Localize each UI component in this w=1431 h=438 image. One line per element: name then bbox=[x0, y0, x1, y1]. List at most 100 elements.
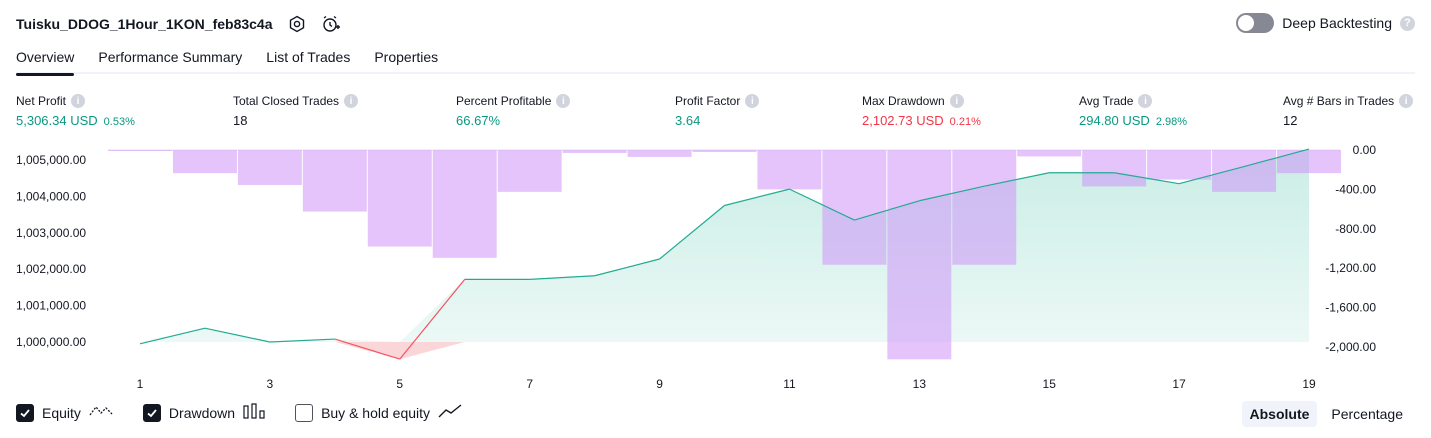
metric-value: 2,102.73 USD bbox=[862, 113, 944, 128]
info-icon[interactable]: i bbox=[745, 94, 760, 108]
metric-value: 294.80 USD bbox=[1079, 113, 1150, 128]
drawdown-bar bbox=[237, 150, 302, 185]
y-right-tick-label: -1,200.00 bbox=[1325, 261, 1376, 275]
drawdown-bar bbox=[497, 150, 562, 192]
drawdown-bar bbox=[1277, 150, 1341, 174]
metric-avg-bars-in-trades: Avg # Bars in Trades i 12 bbox=[1283, 94, 1414, 128]
metric-value: 12 bbox=[1283, 113, 1298, 128]
legend-label: Equity bbox=[42, 404, 81, 421]
legend-label: Drawdown bbox=[168, 404, 236, 421]
toggle-knob bbox=[1238, 15, 1255, 31]
report-header: Tuisku_DDOG_1Hour_1KON_feb83c4a bbox=[16, 12, 341, 36]
y-right-tick-label: -2,000.00 bbox=[1325, 340, 1376, 354]
x-tick-label: 13 bbox=[913, 377, 927, 391]
drawdown-bar bbox=[1082, 150, 1147, 187]
metric-value: 5,306.34 USD bbox=[16, 113, 98, 128]
x-tick-label: 5 bbox=[396, 377, 403, 391]
metric-net-profit: Net Profit i 5,306.34 USD 0.53% bbox=[16, 94, 135, 128]
tab-overview[interactable]: Overview bbox=[16, 44, 75, 76]
info-icon[interactable]: i bbox=[1399, 94, 1414, 108]
tab-list-of-trades[interactable]: List of Trades bbox=[266, 44, 350, 74]
equity-drawdown-chart[interactable]: 1,005,000.00 1,004,000.00 1,003,000.00 1,00… bbox=[0, 140, 1431, 398]
y-right-tick-label: -1,600.00 bbox=[1325, 301, 1376, 315]
metric-sub-value: 0.53% bbox=[103, 116, 135, 128]
metric-label: Net Profit bbox=[16, 94, 67, 108]
y-left-tick-label: 1,001,000.00 bbox=[16, 299, 86, 313]
x-tick-label: 11 bbox=[783, 377, 796, 391]
deep-backtesting-toggle[interactable] bbox=[1236, 13, 1275, 33]
deep-backtesting: Deep Backtesting ? bbox=[1236, 13, 1415, 33]
metric-value: 66.67% bbox=[456, 113, 501, 128]
x-tick-label: 17 bbox=[1172, 377, 1186, 391]
metric-max-drawdown: Max Drawdown i 2,102.73 USD 0.21% bbox=[862, 94, 981, 128]
absolute-button[interactable]: Absolute bbox=[1241, 401, 1318, 427]
drawdown-bar bbox=[432, 150, 497, 258]
drawdown-bar bbox=[1212, 150, 1277, 192]
help-icon[interactable]: ? bbox=[1400, 15, 1415, 31]
drawdown-bar bbox=[562, 150, 627, 153]
x-tick-label: 1 bbox=[137, 377, 144, 391]
percentage-button[interactable]: Percentage bbox=[1323, 401, 1411, 427]
info-icon[interactable]: i bbox=[71, 94, 86, 108]
x-tick-label: 7 bbox=[526, 377, 533, 391]
info-icon[interactable]: i bbox=[949, 94, 964, 108]
drawdown-bar bbox=[822, 150, 887, 265]
metric-percent-profitable: Percent Profitable i 66.67% bbox=[456, 94, 571, 128]
drawdown-bar bbox=[692, 150, 757, 152]
metric-value: 18 bbox=[233, 113, 248, 128]
legend-equity[interactable]: Equity bbox=[16, 403, 113, 422]
metric-label: Max Drawdown bbox=[862, 94, 945, 108]
drawdown-bar bbox=[627, 150, 692, 157]
y-right-tick-label: -800.00 bbox=[1335, 222, 1376, 236]
metric-profit-factor: Profit Factor i 3.64 bbox=[675, 94, 760, 128]
metric-label: Percent Profitable bbox=[456, 94, 552, 108]
y-left-tick-label: 1,005,000.00 bbox=[16, 153, 86, 167]
drawdown-checkbox[interactable] bbox=[142, 403, 161, 422]
alarm-clock-add-icon[interactable] bbox=[321, 14, 341, 34]
drawdown-bar bbox=[1017, 150, 1082, 157]
gear-icon[interactable] bbox=[287, 14, 307, 34]
info-icon[interactable]: i bbox=[1138, 94, 1153, 108]
metric-label: Avg # Bars in Trades bbox=[1283, 94, 1395, 108]
metric-total-closed-trades: Total Closed Trades i 18 bbox=[233, 94, 359, 128]
drawdown-bar bbox=[367, 150, 432, 247]
tab-properties[interactable]: Properties bbox=[374, 44, 438, 74]
chart-legend: Equity Drawdown Buy & hold equity bbox=[16, 403, 462, 422]
equity-checkbox[interactable] bbox=[16, 403, 34, 422]
y-left-tick-label: 1,003,000.00 bbox=[16, 226, 86, 240]
legend-drawdown[interactable]: Drawdown bbox=[142, 403, 265, 422]
y-right-tick-label: 0.00 bbox=[1353, 143, 1377, 157]
drawdown-bar bbox=[302, 150, 367, 212]
y-left-tick-label: 1,002,000.00 bbox=[16, 262, 86, 276]
metric-avg-trade: Avg Trade i 294.80 USD 2.98% bbox=[1079, 94, 1187, 128]
drawdown-bar bbox=[1147, 150, 1212, 180]
deep-backtesting-label: Deep Backtesting bbox=[1282, 15, 1392, 31]
drawdown-bar bbox=[757, 150, 822, 190]
info-icon[interactable]: i bbox=[344, 94, 359, 108]
tab-performance-summary[interactable]: Performance Summary bbox=[98, 44, 242, 74]
drawdown-bar bbox=[952, 150, 1017, 265]
view-mode-switch: Absolute Percentage bbox=[1241, 401, 1412, 427]
legend-buy-hold[interactable]: Buy & hold equity bbox=[295, 403, 462, 422]
metric-value: 3.64 bbox=[675, 113, 701, 128]
drawdown-bar bbox=[172, 150, 237, 174]
metric-label: Total Closed Trades bbox=[233, 94, 340, 108]
x-tick-label: 3 bbox=[267, 377, 274, 391]
equity-line-icon bbox=[89, 403, 113, 422]
drawdown-bar bbox=[887, 150, 952, 360]
metric-label: Profit Factor bbox=[675, 94, 741, 108]
info-icon[interactable]: i bbox=[556, 94, 571, 108]
metrics-row: Net Profit i 5,306.34 USD 0.53% Total Clos… bbox=[0, 94, 1431, 134]
metric-label: Avg Trade bbox=[1079, 94, 1134, 108]
strategy-title: Tuisku_DDOG_1Hour_1KON_feb83c4a bbox=[16, 16, 273, 32]
metric-sub-value: 0.21% bbox=[949, 116, 981, 128]
buy-hold-line-icon bbox=[438, 403, 462, 422]
buy-hold-checkbox[interactable] bbox=[295, 403, 314, 422]
x-tick-label: 9 bbox=[656, 377, 663, 391]
report-tabs: Overview Performance Summary List of Tra… bbox=[16, 44, 1415, 76]
y-left-tick-label: 1,000,000.00 bbox=[16, 335, 86, 349]
x-tick-label: 19 bbox=[1302, 377, 1316, 391]
y-right-tick-label: -400.00 bbox=[1335, 182, 1376, 196]
y-left-tick-label: 1,004,000.00 bbox=[16, 189, 86, 203]
drawdown-bar bbox=[108, 150, 172, 151]
